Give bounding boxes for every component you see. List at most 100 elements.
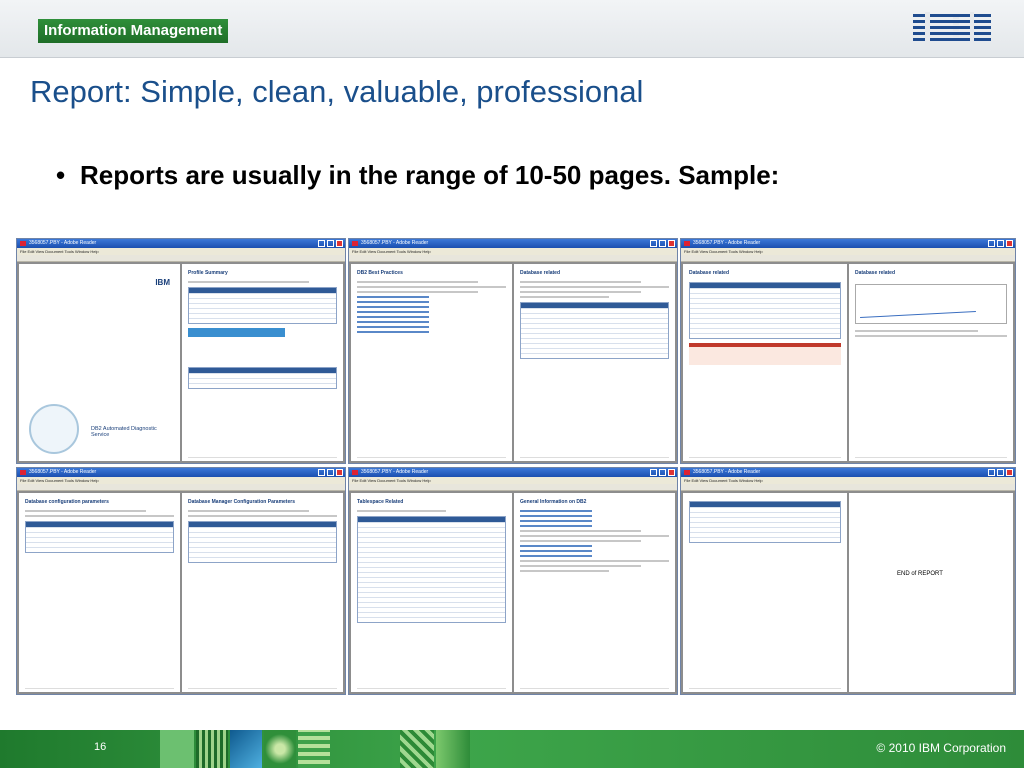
menu-bar[interactable]: File Edit View Document Tools Window Hel… [681, 248, 1015, 255]
report-page: IBM DB2 Automated Diagnostic Service [19, 264, 180, 461]
page-heading: Tablespace Related [357, 499, 404, 505]
text-line [520, 296, 609, 298]
adobe-reader-icon [20, 470, 26, 475]
page-footer-line [357, 688, 506, 689]
window-title: 3568057.PBY - Adobe Reader [29, 240, 97, 246]
bullet-point: • Reports are usually in the range of 10-… [56, 160, 779, 191]
minimize-icon[interactable] [318, 469, 325, 476]
menu-bar[interactable]: File Edit View Document Tools Window Hel… [17, 477, 345, 484]
text-line [357, 291, 478, 293]
text-line [25, 510, 146, 512]
report-thumbnail-2[interactable]: 3568057.PBY - Adobe Reader File Edit Vie… [348, 238, 678, 464]
information-management-badge: Information Management [38, 19, 229, 43]
close-icon[interactable] [336, 469, 343, 476]
link-line [357, 301, 430, 303]
cover-caption: DB2 Automated Diagnostic Service [91, 426, 157, 438]
page-footer-line [188, 457, 337, 458]
contacts-table [689, 501, 841, 543]
report-page: DB2 Best Practices [351, 264, 512, 461]
close-icon[interactable] [1006, 240, 1013, 247]
close-icon[interactable] [668, 240, 675, 247]
maximize-icon[interactable] [659, 469, 666, 476]
maximize-icon[interactable] [327, 469, 334, 476]
adobe-reader-icon [684, 241, 690, 246]
profile-table [188, 287, 337, 324]
toolbar [349, 255, 677, 262]
report-page: Database related [849, 264, 1013, 461]
link-line [520, 525, 593, 527]
slide-footer: 16 © 2010 IBM Corporation [0, 730, 1024, 768]
report-thumbnail-6[interactable]: 3568057.PBY - Adobe Reader File Edit Vie… [680, 467, 1016, 695]
text-line [520, 570, 609, 572]
window-titlebar: 3568057.PBY - Adobe Reader [681, 239, 1015, 248]
link-line [520, 515, 593, 517]
page-spread: END of REPORT [681, 491, 1015, 694]
ibm-logo-small: IBM [155, 278, 170, 287]
page-footer-line [25, 688, 174, 689]
minimize-icon[interactable] [988, 469, 995, 476]
menu-bar[interactable]: File Edit View Document Tools Window Hel… [17, 248, 345, 255]
diagnostic-service-emblem [29, 404, 79, 454]
ibm-logo [913, 12, 991, 46]
link-line [520, 510, 593, 512]
window-title: 3568057.PBY - Adobe Reader [693, 240, 761, 246]
report-page: General Information on DB2 [514, 493, 675, 692]
minimize-icon[interactable] [650, 240, 657, 247]
link-line [520, 555, 593, 557]
link-line [357, 331, 430, 333]
menu-bar[interactable]: File Edit View Document Tools Window Hel… [349, 248, 677, 255]
menu-bar[interactable]: File Edit View Document Tools Window Hel… [681, 477, 1015, 484]
close-icon[interactable] [336, 240, 343, 247]
bullet-mark: • [56, 160, 66, 190]
page-spread: Tablespace Related General Information o… [349, 491, 677, 694]
report-thumbnail-1[interactable]: 3568057.PBY - Adobe Reader File Edit Vie… [16, 238, 346, 464]
report-thumbnail-5[interactable]: 3568057.PBY - Adobe Reader File Edit Vie… [348, 467, 678, 695]
recommendation-box [689, 343, 841, 365]
database-table [520, 302, 669, 359]
text-line [188, 515, 337, 517]
decorative-tile [196, 730, 228, 768]
page-footer-line [520, 688, 669, 689]
decorative-tile [436, 730, 470, 768]
close-icon[interactable] [1006, 469, 1013, 476]
toolbar [681, 484, 1015, 491]
maximize-icon[interactable] [997, 240, 1004, 247]
maximize-icon[interactable] [659, 240, 666, 247]
text-line [520, 535, 669, 537]
window-titlebar: 3568057.PBY - Adobe Reader [17, 468, 345, 477]
system-status-bar [188, 328, 285, 337]
bullet-text: Reports are usually in the range of 10-5… [80, 160, 780, 190]
window-title: 3568057.PBY - Adobe Reader [693, 469, 761, 475]
link-line [520, 545, 593, 547]
text-line [855, 335, 1007, 337]
minimize-icon[interactable] [318, 240, 325, 247]
page-footer-line [855, 457, 1007, 458]
report-thumbnail-4[interactable]: 3568057.PBY - Adobe Reader File Edit Vie… [16, 467, 346, 695]
copyright: © 2010 IBM Corporation [876, 741, 1006, 755]
link-line [357, 316, 430, 318]
page-footer-line [689, 457, 841, 458]
adobe-reader-icon [352, 241, 358, 246]
close-icon[interactable] [668, 469, 675, 476]
usage-chart [855, 284, 1007, 324]
window-titlebar: 3568057.PBY - Adobe Reader [17, 239, 345, 248]
decorative-tile [298, 730, 330, 768]
maximize-icon[interactable] [327, 240, 334, 247]
text-line [25, 515, 174, 517]
adobe-reader-icon [20, 241, 26, 246]
maximize-icon[interactable] [997, 469, 1004, 476]
menu-bar[interactable]: File Edit View Document Tools Window Hel… [349, 477, 677, 484]
toolbar [349, 484, 677, 491]
link-line [357, 326, 430, 328]
minimize-icon[interactable] [988, 240, 995, 247]
decorative-tile [400, 730, 434, 768]
report-thumbnail-3[interactable]: 3568057.PBY - Adobe Reader File Edit Vie… [680, 238, 1016, 464]
link-line [357, 306, 430, 308]
page-spread: IBM DB2 Automated Diagnostic Service Pro… [17, 262, 345, 463]
page-number: 16 [94, 741, 107, 753]
report-page: Database related [683, 264, 847, 461]
toolbar [681, 255, 1015, 262]
text-line [520, 530, 641, 532]
minimize-icon[interactable] [650, 469, 657, 476]
text-line [520, 540, 641, 542]
